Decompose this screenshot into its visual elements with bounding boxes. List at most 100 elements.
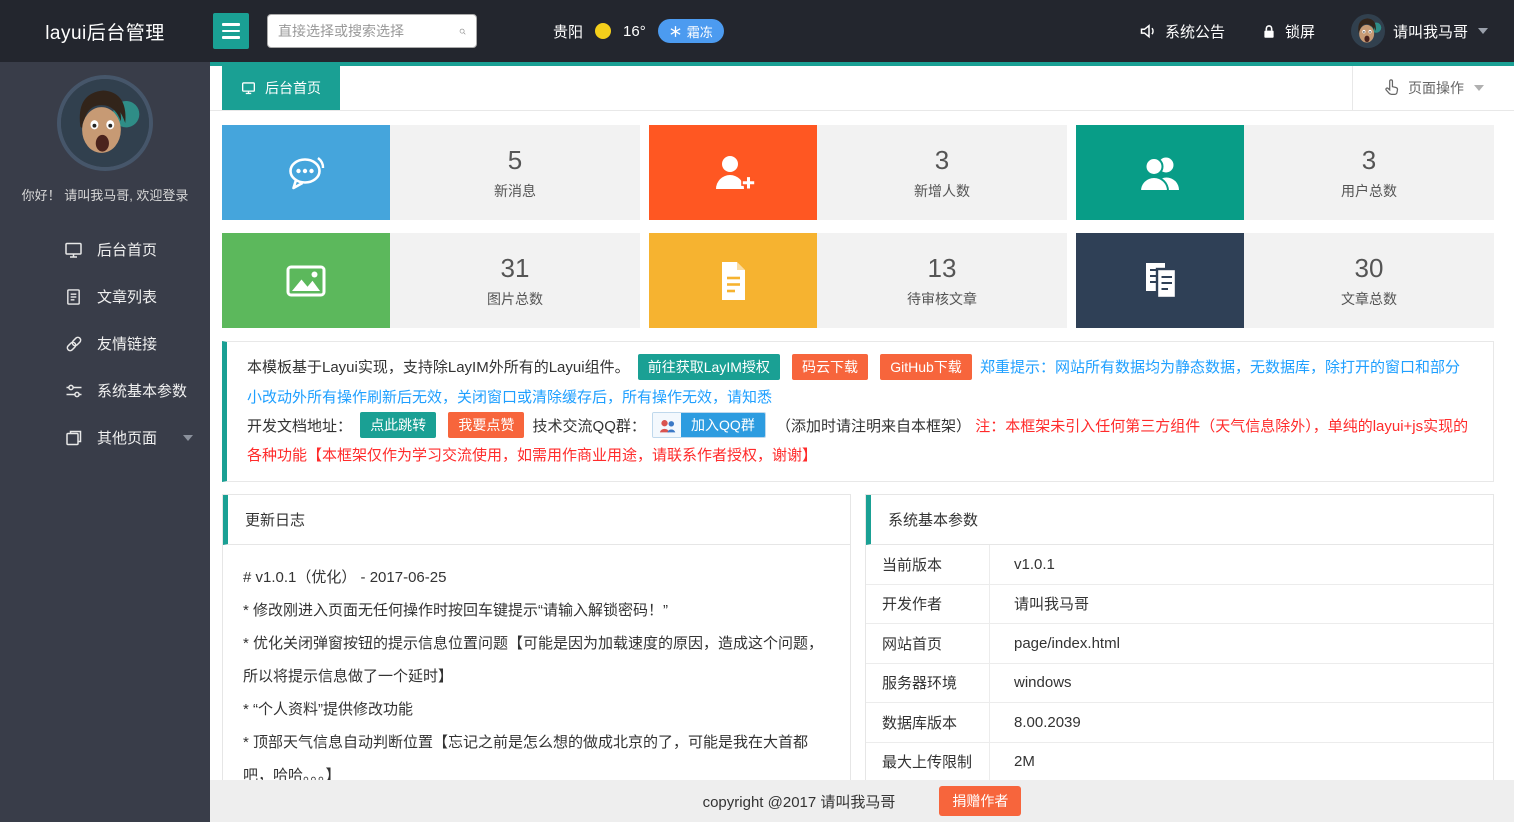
card-value: 3 [935, 145, 949, 176]
card-label: 待审核文章 [907, 289, 977, 309]
notice-line-1: 本模板基于Layui实现，支持除LayIM外所有的Layui组件。 前往获取La… [247, 353, 1473, 412]
table-row: 数据库版本 8.00.2039 [866, 703, 1493, 743]
card-icon-block [222, 125, 390, 220]
hamburger-icon [222, 23, 240, 26]
username: 请叫我马哥 [1393, 21, 1468, 42]
stat-card-total-users: 3 用户总数 [1076, 125, 1494, 220]
card-value: 31 [501, 253, 530, 284]
lock-label: 锁屏 [1285, 21, 1315, 42]
param-value: 请叫我马哥 [990, 585, 1493, 624]
sidebar-item-articles[interactable]: 文章列表 [0, 273, 210, 320]
join-qq-group-button[interactable]: 加入QQ群 [652, 412, 766, 438]
sidebar-item-label: 其他页面 [97, 427, 157, 448]
qq-note: （添加时请注明来自本框架） [776, 418, 971, 435]
weather-alert-badge: 霜冻 [658, 19, 724, 43]
chevron-down-icon [183, 435, 193, 441]
search-input[interactable] [278, 23, 459, 39]
card-value-block: 3 新增人数 [817, 125, 1067, 220]
sidebar-item-label: 友情链接 [97, 333, 157, 354]
param-label: 开发作者 [866, 585, 990, 624]
frost-icon [669, 25, 682, 38]
system-params-table: 当前版本 v1.0.1 开发作者 请叫我马哥 网站首页 page/index.h… [866, 545, 1493, 782]
donate-button[interactable]: 捐赠作者 [939, 786, 1021, 816]
like-button[interactable]: 我要点赞 [448, 412, 524, 438]
card-value: 30 [1355, 253, 1384, 284]
param-label: 当前版本 [866, 545, 990, 584]
qq-group-label: 技术交流QQ群： [533, 418, 646, 435]
qq-avatar-icon [653, 413, 681, 437]
layim-auth-button[interactable]: 前往获取LayIM授权 [638, 354, 780, 380]
table-row: 开发作者 请叫我马哥 [866, 585, 1493, 625]
tab-home[interactable]: 后台首页 [222, 66, 340, 110]
card-label: 文章总数 [1341, 289, 1397, 309]
monitor-icon [241, 81, 256, 95]
system-announcement-button[interactable]: 系统公告 [1139, 21, 1225, 42]
changelog-panel: 更新日志 # v1.0.1（优化） - 2017-06-25 * 修改刚进入页面… [222, 494, 851, 822]
stat-card-pending-articles: 13 待审核文章 [649, 233, 1067, 328]
changelog-entry: * “个人资料”提供修改功能 [243, 693, 830, 726]
weather-alert-label: 霜冻 [687, 22, 713, 41]
pages-icon [64, 429, 83, 447]
changelog-entry: * 修改刚进入页面无任何操作时按回车键提示“请输入解锁密码！” [243, 594, 830, 627]
docs-icon [1136, 257, 1184, 305]
sidebar-item-label: 系统基本参数 [97, 380, 187, 401]
card-icon-block [649, 125, 817, 220]
card-icon-block [649, 233, 817, 328]
sidebar-item-other-pages[interactable]: 其他页面 [0, 414, 210, 461]
notice-panel: 本模板基于Layui实现，支持除LayIM外所有的Layui组件。 前往获取La… [222, 341, 1494, 482]
page-actions-label: 页面操作 [1408, 78, 1464, 98]
card-label: 用户总数 [1341, 181, 1397, 201]
param-value: windows [990, 664, 1493, 703]
card-label: 新消息 [494, 181, 536, 201]
doc-icon [709, 257, 757, 305]
chat-icon [282, 149, 330, 197]
changelog-entry: * 优化关闭弹窗按钮的提示信息位置问题【可能是因为加载速度的原因，造成这个问题，… [243, 627, 830, 693]
search-icon [459, 23, 466, 40]
stat-cards: 5 新消息 3 新增人数 [222, 125, 1494, 328]
notice-intro: 本模板基于Layui实现，支持除LayIM外所有的Layui组件。 [247, 359, 630, 376]
card-value-block: 13 待审核文章 [817, 233, 1067, 328]
changelog-title: 更新日志 [245, 509, 305, 530]
tab-label: 后台首页 [265, 78, 321, 98]
dashboard-content: 5 新消息 3 新增人数 [210, 111, 1514, 822]
user-avatar [1351, 14, 1385, 48]
sidebar-item-home[interactable]: 后台首页 [0, 226, 210, 273]
gitee-download-button[interactable]: 码云下载 [792, 354, 868, 380]
sidebar-item-links[interactable]: 友情链接 [0, 320, 210, 367]
chevron-down-icon [1478, 28, 1488, 34]
sidebar: 你好！ 请叫我马哥, 欢迎登录 后台首页 文章列表 [0, 62, 210, 822]
weather-temperature: 16° [623, 23, 646, 40]
card-value-block: 3 用户总数 [1244, 125, 1494, 220]
docs-label: 开发文档地址： [247, 418, 352, 435]
brand-title: layui后台管理 [0, 18, 210, 45]
users-icon [1135, 149, 1185, 197]
page-actions-menu[interactable]: 页面操作 [1352, 66, 1514, 110]
sidebar-item-label: 后台首页 [97, 239, 157, 260]
table-row: 最大上传限制 2M [866, 743, 1493, 783]
greeting-text: 你好！ 请叫我马哥, 欢迎登录 [0, 185, 210, 204]
menu-toggle-button[interactable] [213, 13, 249, 49]
sidebar-item-params[interactable]: 系统基本参数 [0, 367, 210, 414]
github-download-button[interactable]: GitHub下载 [880, 354, 972, 380]
table-row: 当前版本 v1.0.1 [866, 545, 1493, 585]
announcement-label: 系统公告 [1165, 21, 1225, 42]
lock-icon [1261, 23, 1277, 40]
lock-screen-button[interactable]: 锁屏 [1261, 21, 1315, 42]
card-value: 5 [508, 145, 522, 176]
card-icon-block [222, 233, 390, 328]
card-value: 13 [928, 253, 957, 284]
stat-card-total-images: 31 图片总数 [222, 233, 640, 328]
copyright-text: copyright @2017 请叫我马哥 [703, 791, 896, 812]
stat-card-total-articles: 30 文章总数 [1076, 233, 1494, 328]
card-value-block: 5 新消息 [390, 125, 640, 220]
settings-icon [64, 382, 83, 400]
user-menu[interactable]: 请叫我马哥 [1351, 14, 1488, 48]
param-value: 8.00.2039 [990, 703, 1493, 742]
docs-jump-button[interactable]: 点此跳转 [360, 412, 436, 438]
system-params-panel: 系统基本参数 当前版本 v1.0.1 开发作者 请叫我马哥 网站首页 [865, 494, 1494, 783]
weather-city: 贵阳 [553, 21, 583, 42]
param-label: 网站首页 [866, 624, 990, 663]
system-params-title: 系统基本参数 [888, 509, 978, 530]
param-value: page/index.html [990, 624, 1493, 663]
card-icon-block [1076, 233, 1244, 328]
